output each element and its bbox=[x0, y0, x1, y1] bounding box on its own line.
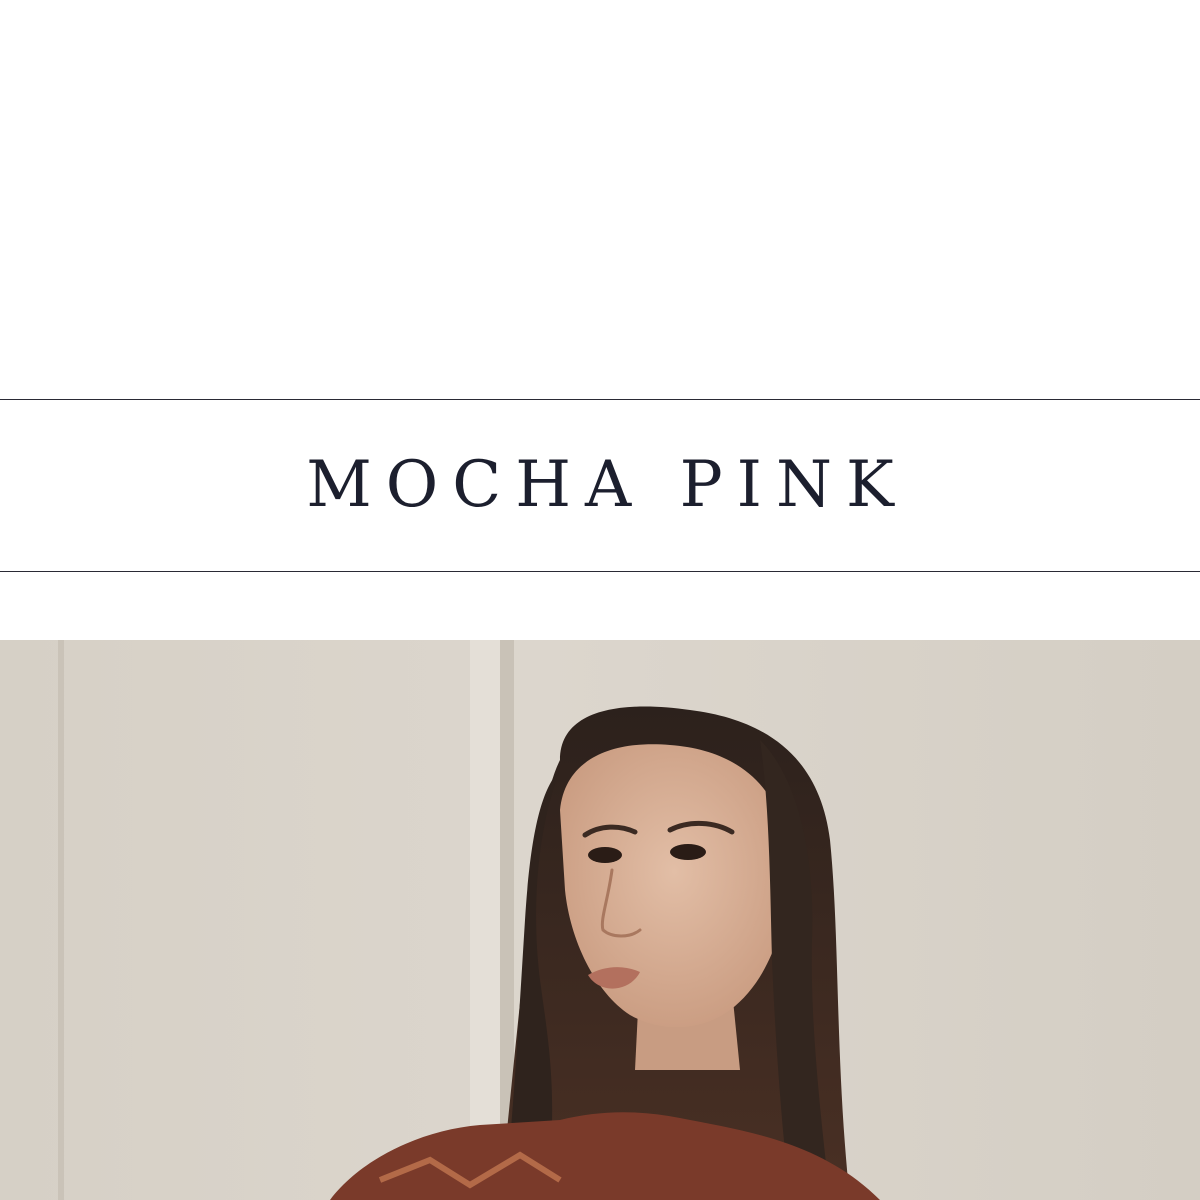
top-divider bbox=[0, 399, 1200, 400]
model-photo bbox=[0, 640, 1200, 1200]
door-panel-edge bbox=[58, 640, 64, 1200]
product-banner-page: MOCHA PINK bbox=[0, 0, 1200, 1200]
left-eye bbox=[588, 847, 622, 863]
right-eye bbox=[670, 844, 706, 860]
bottom-divider bbox=[0, 571, 1200, 572]
collection-title: MOCHA PINK bbox=[306, 448, 908, 522]
